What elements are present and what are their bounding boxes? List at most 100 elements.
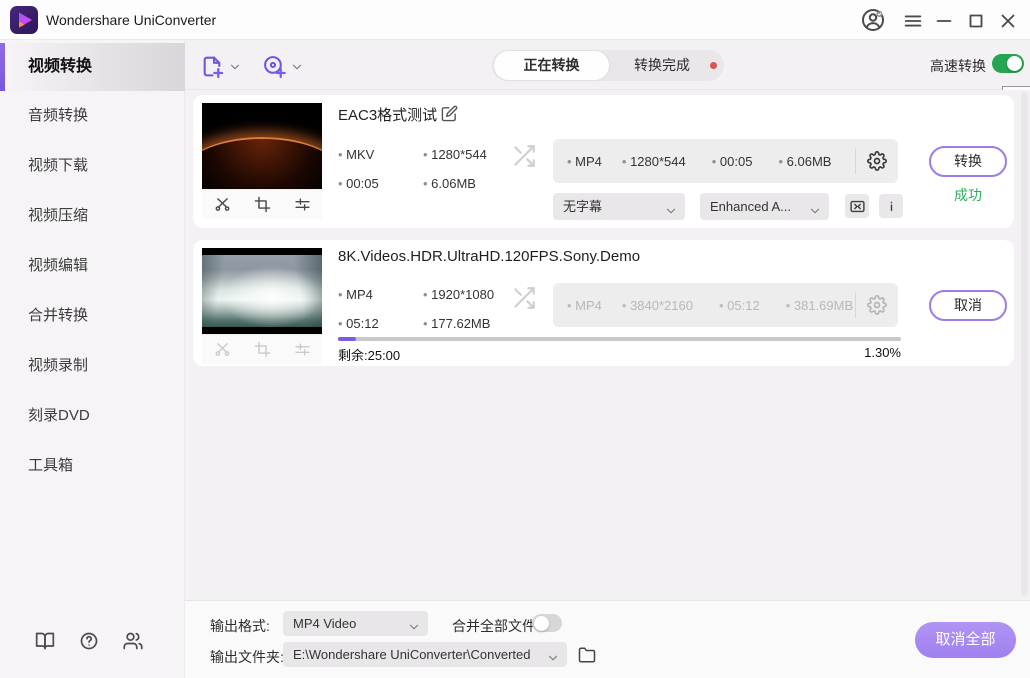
output-format-select[interactable]: MP4 Video [283,611,428,636]
merge-all-label: 合并全部文件 [452,616,536,636]
sidebar-item-video-download[interactable]: 视频下载 [0,141,185,191]
sidebar-item-video-edit[interactable]: 视频编辑 [0,241,185,291]
source-resolution: 1280*544 [423,147,487,162]
toolbar: 正在转换 转换完成 高速转换 [185,40,1030,90]
subtitle-select[interactable]: 无字幕 [553,193,685,220]
account-avatar-icon[interactable] [861,8,885,32]
add-files-chevron-icon[interactable] [228,60,242,74]
rename-icon[interactable] [441,105,458,122]
load-dvd-chevron-icon[interactable] [290,60,304,74]
crop-icon [254,341,271,358]
target-duration: 00:05 [712,154,753,169]
chevron-down-icon [664,200,678,214]
settings-gear-icon [867,295,887,315]
app-logo-icon [10,6,38,34]
target-resolution: 1280*544 [622,154,686,169]
target-stats: MP4 3840*2160 05:12 381.69MB [553,283,898,327]
tab-group: 正在转换 转换完成 [492,50,724,81]
file-title: EAC3格式测试 [338,104,437,125]
output-folder-select[interactable]: E:\Wondershare UniConverter\Converted [283,642,567,667]
cancel-button[interactable]: 取消 [929,290,1007,321]
audio-select-value: Enhanced A... [710,199,791,214]
output-format-value: MP4 Video [293,616,356,631]
settings-gear-icon[interactable] [867,151,887,171]
info-button[interactable] [879,194,903,218]
sidebar-item-screen-record[interactable]: 视频录制 [0,341,185,391]
chevron-down-icon [808,200,822,214]
sidebar-item-toolbox[interactable]: 工具箱 [0,441,185,491]
target-format: MP4 [567,154,602,169]
menu-icon[interactable] [902,10,924,32]
progress-bar [338,337,901,341]
trim-icon[interactable] [214,196,231,213]
video-thumbnail-1 [202,103,322,189]
target-size: 6.06MB [778,154,831,169]
highspeed-toggle[interactable] [992,54,1024,73]
footer-bar: 输出格式: MP4 Video 合并全部文件 输出文件夹: E:\Wonders… [185,600,1030,678]
help-icon[interactable] [79,631,99,651]
trim-icon [214,341,231,358]
convert-arrow-icon [511,285,537,311]
chevron-down-icon [546,648,560,662]
divider [855,148,856,174]
sidebar-item-audio-convert[interactable]: 音频转换 [0,91,185,141]
task-row-2: 8K.Videos.HDR.UltraHD.120FPS.Sony.Demo M… [193,240,1014,366]
sidebar-item-video-compress[interactable]: 视频压缩 [0,191,185,241]
open-folder-icon[interactable] [578,646,596,664]
file-title: 8K.Videos.HDR.UltraHD.120FPS.Sony.Demo [338,248,640,265]
convert-button[interactable]: 转换 [929,146,1007,177]
output-format-label: 输出格式: [210,616,270,636]
source-stats: MKV 1280*544 00:05 6.06MB [338,140,487,198]
finished-badge [710,62,717,69]
crop-icon[interactable] [254,196,271,213]
target-resolution: 3840*2160 [622,298,693,313]
titlebar: Wondershare UniConverter [0,0,1030,40]
load-dvd-icon[interactable] [262,54,287,79]
target-duration: 05:12 [719,298,760,313]
task-row-1: EAC3格式测试 MKV 1280*544 00:05 6.06MB MP4 1… [193,95,1014,228]
merge-all-toggle[interactable] [532,614,562,632]
effect-icon [294,341,311,358]
convert-arrow-icon [511,143,537,169]
close-icon[interactable] [997,10,1019,32]
progress-fill [338,337,356,341]
edit-iconbar-2 [202,334,322,364]
scrollbar[interactable] [1021,92,1028,596]
minimize-icon[interactable] [933,10,955,32]
target-size: 381.69MB [786,298,853,313]
effect-icon[interactable] [294,196,311,213]
app-title: Wondershare UniConverter [46,12,216,28]
task-list: EAC3格式测试 MKV 1280*544 00:05 6.06MB MP4 1… [185,90,1030,600]
output-folder-label: 输出文件夹: [210,647,284,667]
compress-button[interactable] [845,194,869,218]
source-size: 6.06MB [423,176,487,191]
source-duration: 00:05 [338,176,423,191]
chevron-down-icon [407,617,421,631]
edit-iconbar-1 [202,189,322,219]
source-stats: MP4 1920*1080 05:12 177.62MB [338,280,494,338]
progress-percent: 1.30% [801,345,901,360]
app-window: Wondershare UniConverter 视频转换 音频转换 视频下载 [0,0,1030,678]
sidebar-item-video-convert[interactable]: 视频转换 [0,43,185,91]
output-folder-value: E:\Wondershare UniConverter\Converted [293,647,531,662]
maximize-icon[interactable] [965,10,987,32]
highspeed-label: 高速转换 [930,56,986,76]
add-files-icon[interactable] [200,54,225,79]
source-resolution: 1920*1080 [423,287,494,302]
cancel-all-button[interactable]: 取消全部 [915,622,1016,658]
sidebar-item-merge-convert[interactable]: 合并转换 [0,291,185,341]
contact-us-icon[interactable] [123,631,143,651]
target-format: MP4 [567,298,602,313]
subtitle-select-value: 无字幕 [563,199,602,214]
source-format: MKV [338,147,423,162]
status-success: 成功 [929,185,1007,205]
audio-select[interactable]: Enhanced A... [700,193,829,220]
source-size: 177.62MB [423,316,494,331]
tab-finished[interactable]: 转换完成 [622,50,702,81]
sidebar-item-burn-dvd[interactable]: 刻录DVD [0,391,185,441]
user-guide-icon[interactable] [35,631,55,651]
time-remaining: 剩余:25:00 [338,345,400,364]
tab-converting[interactable]: 正在转换 [494,51,609,80]
target-stats: MP4 1280*544 00:05 6.06MB [553,139,898,183]
source-format: MP4 [338,287,423,302]
